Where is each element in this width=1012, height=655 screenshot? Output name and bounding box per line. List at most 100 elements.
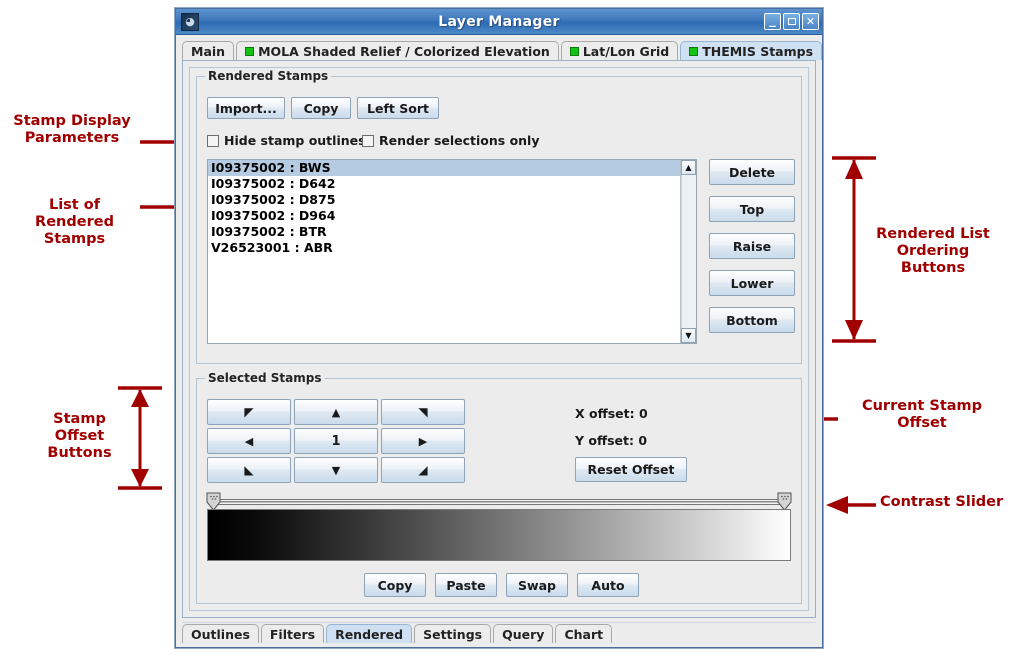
arrow-up-left-icon: ◤	[244, 406, 253, 418]
window-controls: _ ✕	[764, 13, 819, 30]
app-icon: ◕	[181, 13, 199, 31]
import-button[interactable]: Import...	[207, 97, 285, 119]
arrow-down-left-icon: ◣	[244, 464, 253, 476]
tab-main[interactable]: Main	[182, 41, 234, 60]
x-offset-value: X offset: 0	[575, 406, 648, 421]
contrast-paste-button[interactable]: Paste	[435, 573, 497, 597]
window-titlebar[interactable]: ◕ Layer Manager _ ✕	[176, 9, 822, 35]
tab-chart-label: Chart	[564, 627, 603, 642]
scroll-down-icon[interactable]: ▼	[681, 328, 696, 343]
tab-lat-lon-grid-label: Lat/Lon Grid	[583, 44, 669, 59]
view-tabs: Outlines Filters Rendered Settings Query…	[182, 622, 816, 643]
contrast-slider-track[interactable]	[214, 499, 784, 505]
tab-rendered[interactable]: Rendered	[326, 624, 412, 643]
bottom-button[interactable]: Bottom	[709, 307, 795, 333]
selected-stamps-group: Selected Stamps ◤ ▲ ◥ ◀	[196, 378, 802, 604]
layer-tabs: Main MOLA Shaded Relief / Colorized Elev…	[176, 35, 822, 60]
offset-up-left-button[interactable]: ◤	[207, 399, 291, 425]
close-icon[interactable]: ✕	[802, 13, 819, 30]
contrast-gradient-preview	[207, 509, 791, 561]
tab-query[interactable]: Query	[493, 624, 553, 643]
tab-mola-shaded-relief[interactable]: MOLA Shaded Relief / Colorized Elevation	[236, 41, 559, 60]
list-item[interactable]: I09375002 : BTR	[208, 224, 680, 240]
rendered-stamps-group-title: Rendered Stamps	[205, 69, 331, 83]
tab-chart[interactable]: Chart	[555, 624, 612, 643]
layer-visible-indicator-icon	[570, 47, 579, 56]
list-item[interactable]: I09375002 : D875	[208, 192, 680, 208]
tab-outlines[interactable]: Outlines	[182, 624, 259, 643]
annotation-contrast-slider-label: Contrast Slider	[880, 494, 1010, 511]
annotation-list-of-rendered-stamps-label: List of Rendered Stamps	[2, 197, 147, 248]
copy-stamps-button[interactable]: Copy	[291, 97, 351, 119]
tab-rendered-label: Rendered	[335, 627, 403, 642]
minimize-button[interactable]: _	[764, 13, 781, 30]
window-title: Layer Manager	[176, 14, 822, 30]
tab-content-panel: Rendered Stamps Import... Copy Left Sort…	[182, 60, 816, 618]
raise-button[interactable]: Raise	[709, 233, 795, 259]
offset-down-button[interactable]: ▼	[294, 457, 378, 483]
tab-filters[interactable]: Filters	[261, 624, 324, 643]
offset-right-button[interactable]: ▶	[381, 428, 465, 454]
left-sort-button[interactable]: Left Sort	[357, 97, 439, 119]
list-item[interactable]: I09375002 : D642	[208, 176, 680, 192]
rendered-stamps-group: Rendered Stamps Import... Copy Left Sort…	[196, 76, 802, 364]
tab-main-label: Main	[191, 44, 225, 59]
scroll-up-icon[interactable]: ▲	[681, 160, 696, 175]
layer-visible-indicator-icon	[689, 47, 698, 56]
arrow-down-icon: ▼	[332, 465, 340, 476]
contrast-swap-button[interactable]: Swap	[506, 573, 568, 597]
layer-manager-window: ◕ Layer Manager _ ✕ Main MOLA Shaded Rel…	[175, 8, 823, 648]
render-selections-only-checkbox[interactable]	[362, 135, 374, 147]
offset-down-right-button[interactable]: ◢	[381, 457, 465, 483]
tab-themis-stamps-label: THEMIS Stamps	[702, 44, 813, 59]
annotation-arrow-contrast-slider	[826, 494, 878, 516]
hide-stamp-outlines-checkbox-row[interactable]: Hide stamp outlines	[207, 133, 366, 148]
arrow-up-right-icon: ◥	[418, 406, 427, 418]
tab-lat-lon-grid[interactable]: Lat/Lon Grid	[561, 41, 678, 60]
scrollbar-track[interactable]	[681, 175, 696, 328]
annotation-bracket-rendered-list-ordering-buttons	[828, 155, 884, 345]
maximize-button[interactable]	[783, 13, 800, 30]
tab-outlines-label: Outlines	[191, 627, 250, 642]
reset-offset-button[interactable]: Reset Offset	[575, 457, 687, 482]
arrow-up-icon: ▲	[332, 407, 340, 418]
y-offset-value: Y offset: 0	[575, 433, 647, 448]
annotation-bracket-stamp-offset-buttons	[110, 385, 166, 491]
offset-up-right-button[interactable]: ◥	[381, 399, 465, 425]
contrast-copy-button[interactable]: Copy	[364, 573, 426, 597]
layer-visible-indicator-icon	[245, 47, 254, 56]
arrow-right-icon: ▶	[419, 436, 427, 447]
top-button[interactable]: Top	[709, 196, 795, 222]
offset-down-left-button[interactable]: ◣	[207, 457, 291, 483]
hide-stamp-outlines-label: Hide stamp outlines	[224, 133, 366, 148]
tab-settings[interactable]: Settings	[414, 624, 491, 643]
tab-query-label: Query	[502, 627, 544, 642]
offset-left-button[interactable]: ◀	[207, 428, 291, 454]
arrow-left-icon: ◀	[245, 436, 253, 447]
tab-settings-label: Settings	[423, 627, 482, 642]
render-selections-only-checkbox-row[interactable]: Render selections only	[362, 133, 540, 148]
tab-mola-shaded-relief-label: MOLA Shaded Relief / Colorized Elevation	[258, 44, 550, 59]
selected-stamps-group-title: Selected Stamps	[205, 371, 325, 385]
offset-step-size-value: 1	[331, 434, 340, 449]
arrow-down-right-icon: ◢	[418, 464, 427, 476]
stamp-offset-button-grid: ◤ ▲ ◥ ◀ 1 ▶	[207, 399, 465, 483]
contrast-auto-button[interactable]: Auto	[577, 573, 639, 597]
offset-step-size-button[interactable]: 1	[294, 428, 378, 454]
tab-filters-label: Filters	[270, 627, 315, 642]
lower-button[interactable]: Lower	[709, 270, 795, 296]
list-item[interactable]: I09375002 : D964	[208, 208, 680, 224]
render-selections-only-label: Render selections only	[379, 133, 540, 148]
tab-themis-stamps[interactable]: THEMIS Stamps	[680, 41, 822, 60]
rendered-stamps-list[interactable]: I09375002 : BWS I09375002 : D642 I093750…	[207, 159, 697, 344]
annotation-current-stamp-offset-label: Current Stamp Offset	[842, 398, 1002, 432]
themis-stamps-panel: Rendered Stamps Import... Copy Left Sort…	[189, 67, 809, 611]
annotation-stamp-display-parameters-label: Stamp Display Parameters	[8, 113, 136, 147]
hide-stamp-outlines-checkbox[interactable]	[207, 135, 219, 147]
delete-button[interactable]: Delete	[709, 159, 795, 185]
rendered-stamps-list-items: I09375002 : BWS I09375002 : D642 I093750…	[208, 160, 680, 343]
list-item[interactable]: I09375002 : BWS	[208, 160, 680, 176]
rendered-stamps-list-scrollbar[interactable]: ▲ ▼	[680, 160, 696, 343]
offset-up-button[interactable]: ▲	[294, 399, 378, 425]
list-item[interactable]: V26523001 : ABR	[208, 240, 680, 256]
